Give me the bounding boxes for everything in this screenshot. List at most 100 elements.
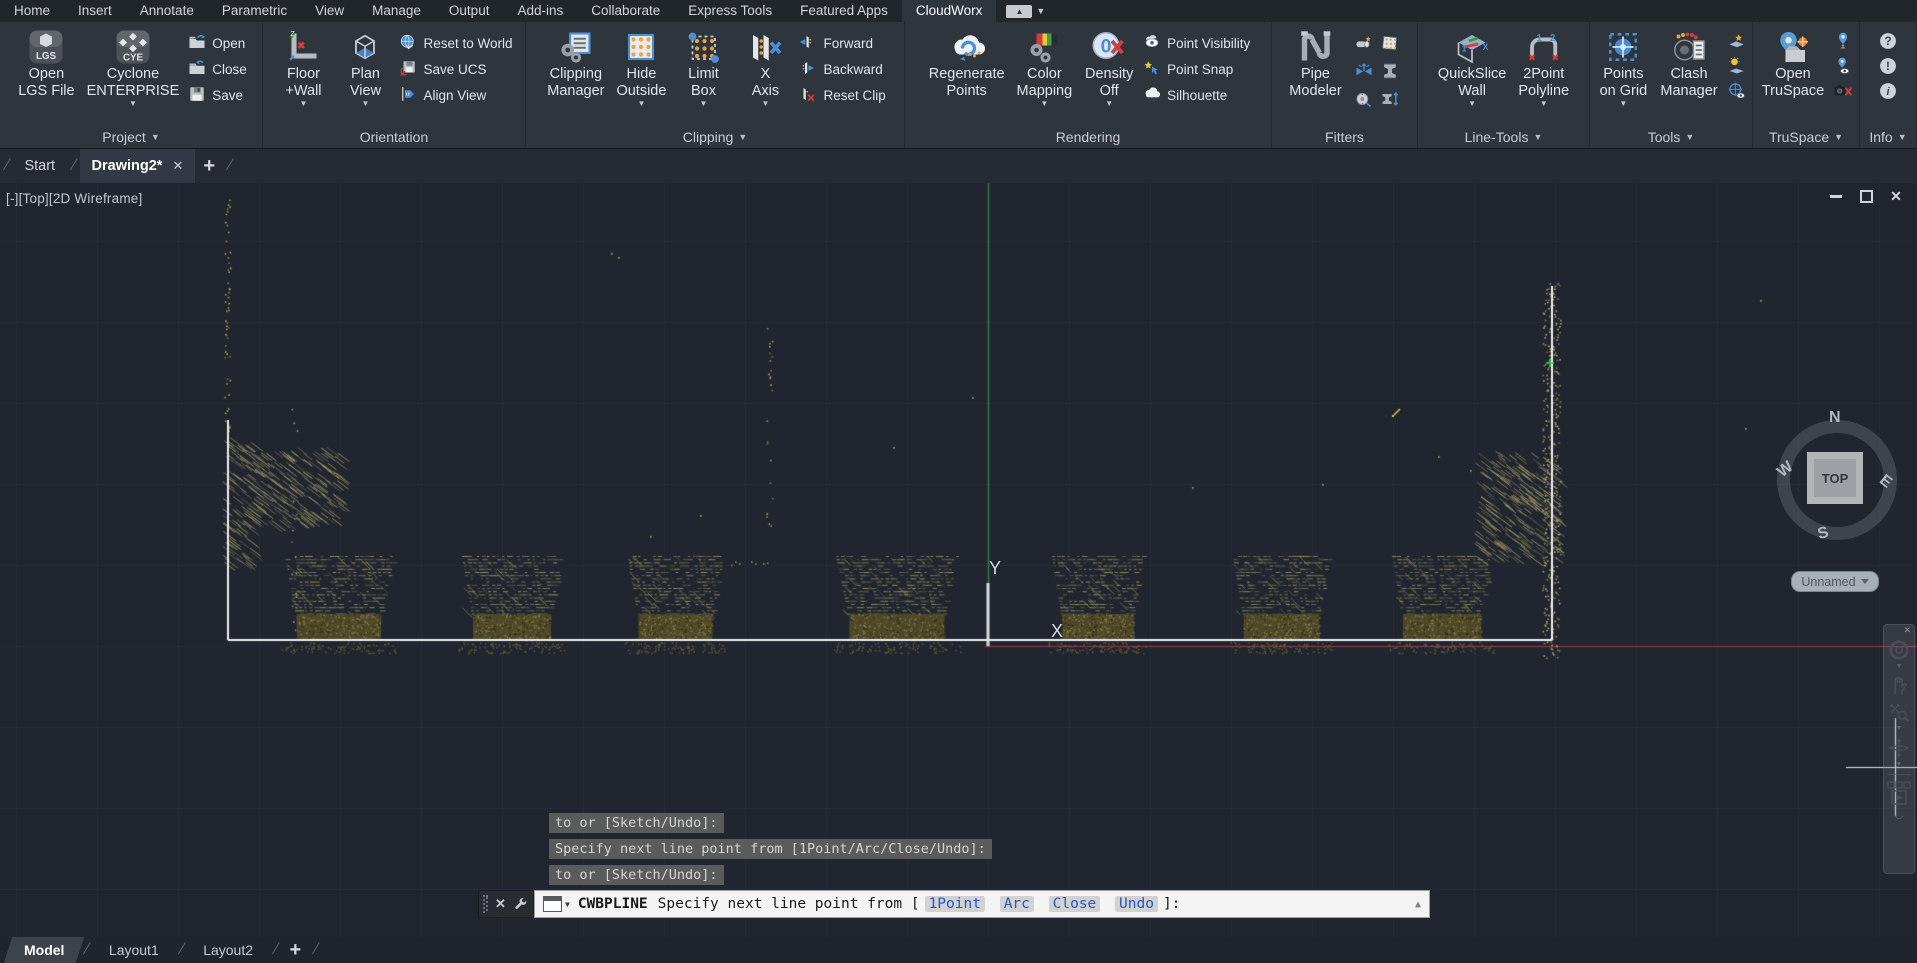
button-regenerate-points[interactable]: RegeneratePoints (926, 27, 1008, 101)
button-clipping-manager[interactable]: ClippingManager (544, 27, 607, 101)
button-cyclone-enterprise[interactable]: CYECycloneENTERPRISE▼ (84, 27, 183, 109)
chevron-down-icon[interactable]: ▼ (1468, 100, 1476, 108)
chevron-down-icon[interactable]: ▼ (1896, 725, 1903, 733)
chevron-down-icon[interactable]: ▼ (1896, 761, 1903, 769)
button-color-mapping[interactable]: ColorMapping▼ (1014, 27, 1076, 109)
info-help-icon[interactable]: ? (1878, 31, 1898, 51)
nav-orbit-icon[interactable] (1888, 737, 1910, 759)
panel-label[interactable]: Fitters (1272, 126, 1417, 148)
viewport-restore-icon[interactable] (1859, 189, 1873, 203)
menu-tab-collaborate[interactable]: Collaborate (577, 0, 674, 22)
button-save[interactable]: Save (188, 82, 247, 108)
layout-tab-model[interactable]: Model (4, 937, 85, 963)
button-hide-outside[interactable]: HideOutside▼ (613, 27, 669, 109)
chevron-down-icon[interactable]: ▼ (362, 100, 370, 108)
button-clash-manager[interactable]: ClashManager (1657, 27, 1720, 101)
button-reset-to-world[interactable]: Reset to World (399, 30, 512, 56)
menu-tab-view[interactable]: View (301, 0, 358, 22)
command-option-undo[interactable]: Undo (1115, 896, 1158, 912)
tool-light-icon[interactable] (1727, 56, 1747, 76)
chevron-down-icon[interactable]: ▼ (762, 100, 770, 108)
fit-nozzle-icon[interactable] (1351, 29, 1377, 57)
view-cube-top-face[interactable]: TOP (1807, 452, 1863, 504)
menu-tab-add-ins[interactable]: Add-ins (503, 0, 577, 22)
fit-beam-move-icon[interactable] (1377, 85, 1403, 113)
button-open-truspace[interactable]: OpenTruSpace (1759, 27, 1827, 101)
nav-pan-icon[interactable] (1888, 675, 1910, 697)
view-cube[interactable]: N W E S TOP (1776, 411, 1898, 551)
wrench-icon[interactable] (513, 897, 528, 912)
file-tab-start[interactable]: Start (12, 149, 67, 183)
command-bar[interactable]: ✕ ▼ CWBPLINE Specify next line point fro… (478, 890, 1430, 918)
ts-camera-icon[interactable] (1833, 81, 1853, 101)
button-close[interactable]: Close (188, 56, 247, 82)
button-point-snap[interactable]: Point Snap (1143, 56, 1250, 82)
button-2point-polyline[interactable]: 122PointPolyline▼ (1515, 27, 1572, 109)
recent-commands-icon[interactable] (543, 896, 562, 912)
button-points-on-grid[interactable]: Pointson Grid▼ (1595, 27, 1651, 109)
navigation-bar[interactable]: ✕▼▼▼◡ (1883, 624, 1915, 874)
button-save-ucs[interactable]: Save UCS (399, 56, 512, 82)
panel-label[interactable]: Info▼ (1860, 126, 1916, 148)
chevron-down-icon[interactable]: ▼ (1105, 100, 1113, 108)
viewport-close-icon[interactable]: ✕ (1889, 189, 1903, 203)
fit-beam-icon[interactable] (1377, 57, 1403, 85)
menu-tab-annotate[interactable]: Annotate (126, 0, 208, 22)
panel-label[interactable]: Project▼ (0, 126, 262, 148)
button-open[interactable]: Open (188, 30, 247, 56)
tool-export-icon[interactable] (1727, 31, 1747, 51)
fit-valve-icon[interactable] (1351, 57, 1377, 85)
button-limit-box[interactable]: LimitBox▼ (675, 27, 731, 109)
new-drawing-button[interactable]: + (195, 155, 223, 178)
chevron-down-icon[interactable]: ▼ (700, 100, 708, 108)
command-input[interactable]: ▼ CWBPLINE Specify next line point from … (534, 890, 1430, 918)
button-align-view[interactable]: Align View (399, 82, 512, 108)
menu-tab-cloudworx[interactable]: CloudWorx (902, 0, 997, 22)
command-bar-close-icon[interactable]: ✕ (495, 896, 506, 912)
menu-tab-output[interactable]: Output (435, 0, 504, 22)
menu-tab-insert[interactable]: Insert (64, 0, 126, 22)
menu-tab-home[interactable]: Home (0, 0, 64, 22)
named-view-button[interactable]: Unnamed (1791, 571, 1879, 592)
viewport-minimize-icon[interactable] (1829, 189, 1843, 203)
command-option-1point[interactable]: 1Point (925, 896, 985, 912)
fit-plate-icon[interactable] (1377, 29, 1403, 57)
fit-flange-icon[interactable] (1351, 85, 1377, 113)
ts-eye-icon[interactable] (1833, 56, 1853, 76)
command-option-close[interactable]: Close (1049, 896, 1101, 912)
button-plan-view[interactable]: PlanView▼ (337, 27, 393, 109)
chevron-down-icon[interactable]: ▼ (638, 100, 646, 108)
button-density-off[interactable]: 0DensityOff▼ (1081, 27, 1137, 109)
nav-zoom-icon[interactable] (1888, 701, 1910, 723)
chevron-down-icon[interactable]: ▼ (300, 100, 308, 108)
panel-label[interactable]: Rendering (905, 126, 1271, 148)
nav-motion-icon[interactable] (1887, 781, 1911, 807)
layout-tab-layout2[interactable]: Layout2 (187, 937, 269, 963)
button-backward[interactable]: Backward (799, 56, 885, 82)
navbar-customize-icon[interactable]: ◡ (1895, 810, 1903, 821)
menu-tab-express-tools[interactable]: Express Tools (674, 0, 786, 22)
menu-tab-parametric[interactable]: Parametric (208, 0, 301, 22)
new-layout-button[interactable]: + (281, 939, 309, 962)
chevron-down-icon[interactable]: ▼ (1619, 100, 1627, 108)
button-quickslice-wall[interactable]: 1XQuickSliceWall▼ (1435, 27, 1510, 109)
tool-target-icon[interactable] (1727, 81, 1747, 101)
button-point-visibility[interactable]: Point Visibility (1143, 30, 1250, 56)
expand-history-icon[interactable]: ▲ (1415, 899, 1421, 910)
viewport-controls-label[interactable]: [-][Top][2D Wireframe] (6, 191, 142, 206)
layout-tab-layout1[interactable]: Layout1 (93, 937, 175, 963)
command-option-arc[interactable]: Arc (1000, 896, 1034, 912)
nav-wheel-icon[interactable] (1888, 639, 1910, 661)
close-tab-icon[interactable]: ✕ (172, 158, 183, 174)
button-silhouette[interactable]: Silhouette (1143, 82, 1250, 108)
chevron-down-icon[interactable]: ▼ (1540, 100, 1548, 108)
menu-tab-manage[interactable]: Manage (358, 0, 435, 22)
chevron-down-icon[interactable]: ▼ (129, 100, 137, 108)
chevron-down-icon[interactable]: ▼ (565, 900, 570, 909)
panel-label[interactable]: Tools▼ (1590, 126, 1752, 148)
ts-marker-icon[interactable] (1833, 31, 1853, 51)
button-pipe-modeler[interactable]: PipeModeler (1286, 27, 1344, 101)
panel-label[interactable]: Clipping▼ (526, 126, 904, 148)
ribbon-collapse-button[interactable]: ▲▼ (1006, 5, 1045, 18)
compass-north[interactable]: N (1829, 409, 1841, 427)
